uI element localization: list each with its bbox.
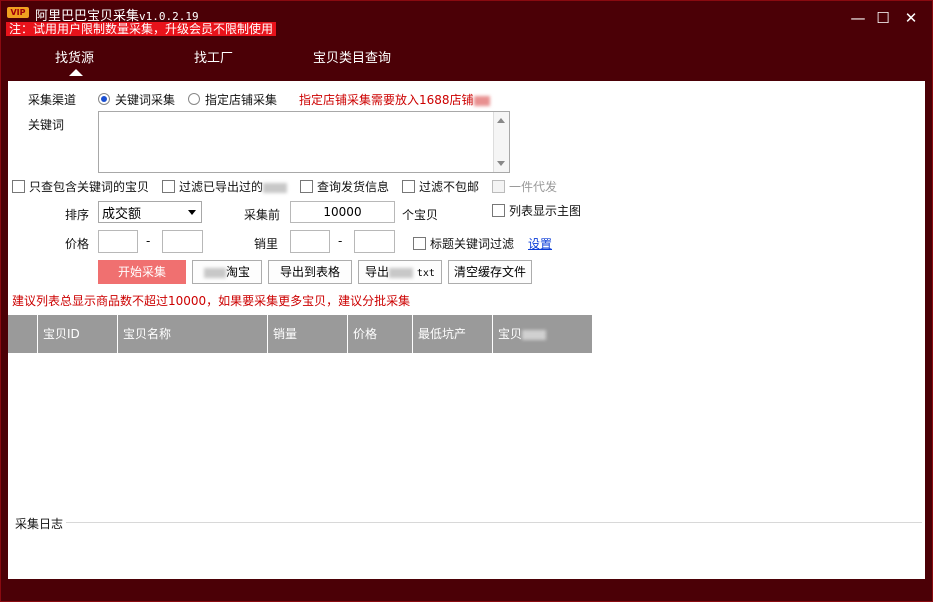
log-divider [66, 522, 922, 523]
title-filter-checkbox[interactable] [413, 237, 426, 250]
keyword-radio[interactable] [98, 93, 110, 105]
export-txt-button[interactable]: 导出 txt [358, 260, 442, 284]
show-main-img-checkbox[interactable] [492, 204, 505, 217]
show-main-img-label: 列表显示主图 [509, 204, 582, 218]
title-bar: VIP 阿里巴巴宝贝采集v1.0.2.19 注：试用用户限制数量采集，升级会员不… [1, 1, 933, 39]
redacted-text [522, 329, 547, 340]
sales-min-input[interactable] [290, 230, 330, 253]
column-header-sales[interactable]: 销量 [267, 315, 347, 353]
sales-label: 销里 [254, 237, 279, 251]
column-header-select[interactable] [8, 315, 37, 353]
column-header-price[interactable]: 价格 [347, 315, 412, 353]
redacted-text [203, 267, 226, 278]
sort-select-value: 成交额 [102, 207, 142, 222]
query-shipping-checkbox[interactable] [300, 180, 313, 193]
filter-exported-checkbox[interactable] [162, 180, 175, 193]
filter-no-freeship-label: 过滤不包邮 [419, 180, 480, 194]
main-panel: 采集渠道 关键词采集 指定店铺采集 指定店铺采集需要放入1688店铺 关键词 只… [8, 81, 925, 514]
clear-cache-button[interactable]: 清空缓存文件 [448, 260, 532, 284]
redacted-text [389, 267, 414, 278]
sort-select[interactable]: 成交额 [98, 201, 202, 223]
keyword-radio-label: 关键词采集 [115, 93, 176, 107]
shop-hint: 指定店铺采集需要放入1688店铺 [299, 91, 490, 108]
minimize-button[interactable]: — [849, 9, 867, 27]
export-table-button[interactable]: 导出到表格 [268, 260, 352, 284]
export-txt-prefix: 导出 [365, 265, 390, 279]
price-max-input[interactable] [162, 230, 203, 253]
advice-text: 建议列表总显示商品数不超过10000，如果要采集更多宝贝，建议分批采集 [12, 294, 411, 308]
keyword-label: 关键词 [28, 118, 65, 132]
maximize-button[interactable]: ☐ [874, 9, 892, 27]
price-label: 价格 [65, 237, 90, 251]
tab-category-query[interactable]: 宝贝类目查询 [313, 47, 391, 66]
query-shipping-label: 查询发货信息 [317, 180, 390, 194]
shop-radio[interactable] [188, 93, 200, 105]
textarea-scrollbar[interactable] [493, 112, 509, 172]
scroll-up-icon[interactable] [497, 118, 505, 123]
tab-find-source[interactable]: 找货源 [55, 47, 94, 66]
filter-no-freeship-checkbox[interactable] [402, 180, 415, 193]
main-tabs: 找货源 找工厂 宝贝类目查询 [1, 39, 933, 81]
title-filter-label: 标题关键词过滤 [430, 237, 515, 251]
collect-top-label: 采集前 [244, 208, 281, 222]
export-txt-suffix: txt [416, 268, 435, 279]
only-keyword-label: 只查包含关键词的宝贝 [29, 180, 150, 194]
shop-radio-label: 指定店铺采集 [205, 93, 278, 107]
log-label: 采集日志 [15, 517, 64, 531]
sales-max-input[interactable] [354, 230, 395, 253]
results-table-header: 宝贝ID 宝贝名称 销量 价格 最低坑产 宝贝 [8, 315, 592, 353]
tab-find-factory[interactable]: 找工厂 [194, 47, 233, 66]
app-window: VIP 阿里巴巴宝贝采集v1.0.2.19 注：试用用户限制数量采集，升级会员不… [0, 0, 933, 602]
dropship-label: 一件代发 [509, 180, 558, 194]
sales-range-separator: - [338, 234, 343, 248]
taobao-button[interactable]: 淘宝 [192, 260, 262, 284]
chevron-down-icon [188, 210, 196, 215]
log-panel: 采集日志 [8, 514, 925, 579]
filter-exported-text: 过滤已导出过的 [179, 180, 264, 194]
vip-badge: VIP [7, 7, 29, 18]
column-header-min-gmv[interactable]: 最低坑产 [412, 315, 492, 353]
settings-link[interactable]: 设置 [528, 235, 552, 252]
sort-label: 排序 [65, 208, 90, 222]
column-header-id[interactable]: 宝贝ID [37, 315, 117, 353]
channel-label: 采集渠道 [28, 93, 77, 107]
scroll-down-icon[interactable] [497, 161, 505, 166]
column-header-item-extra-label: 宝贝 [498, 327, 523, 341]
column-header-item-extra[interactable]: 宝贝 [492, 315, 592, 353]
only-keyword-checkbox[interactable] [12, 180, 25, 193]
collect-count-input[interactable]: 10000 [290, 201, 395, 223]
price-min-input[interactable] [98, 230, 138, 253]
shop-hint-text: 指定店铺采集需要放入1688店铺 [299, 93, 474, 107]
trial-notice: 注：试用用户限制数量采集，升级会员不限制使用 [6, 22, 277, 36]
active-tab-caret-icon [69, 69, 83, 76]
dropship-checkbox[interactable] [492, 180, 505, 193]
taobao-button-label: 淘宝 [225, 265, 250, 279]
price-range-separator: - [146, 234, 151, 248]
start-collect-button[interactable]: 开始采集 [98, 260, 186, 284]
keyword-textarea[interactable] [98, 111, 510, 173]
column-header-name[interactable]: 宝贝名称 [117, 315, 267, 353]
close-button[interactable]: ✕ [902, 9, 920, 27]
filter-exported-label: 过滤已导出过的 [179, 178, 288, 195]
redacted-text [473, 95, 490, 106]
redacted-text [263, 182, 288, 193]
collect-unit-label: 个宝贝 [402, 208, 439, 222]
